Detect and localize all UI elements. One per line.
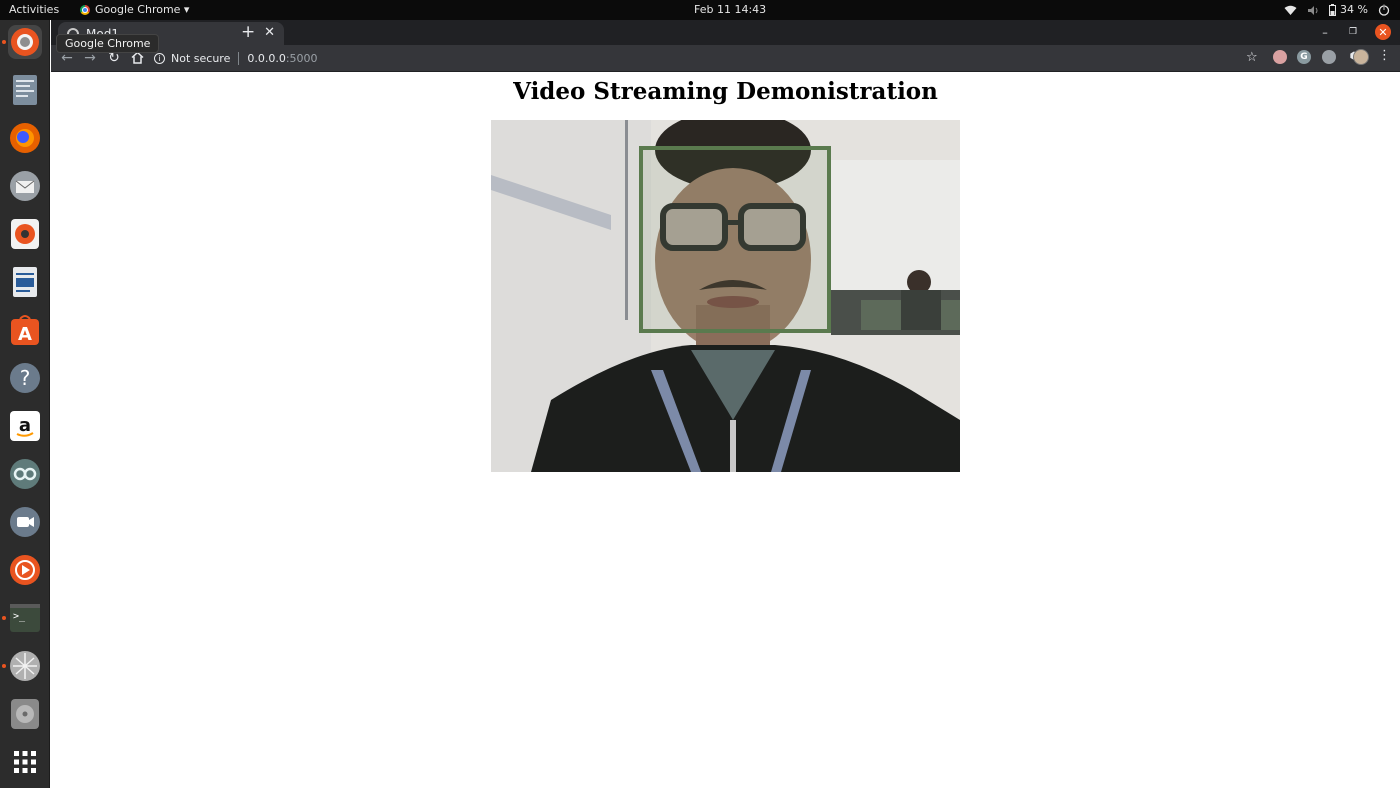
web-page: Video Streaming Demonistration: [51, 72, 1400, 788]
app-menu[interactable]: Google Chrome ▾: [80, 3, 189, 17]
chrome-toolbar: ← → ↻ i Not secure 0.0.0.0 :5000 ☆ G ⬢ ⋮: [51, 45, 1400, 72]
amazon-icon: a: [10, 411, 40, 441]
firefox-icon: [10, 123, 40, 153]
power-menu-icon: [1378, 4, 1390, 16]
url-host: 0.0.0.0: [247, 52, 286, 65]
grammarly-icon[interactable]: G: [1297, 50, 1311, 64]
dock-item-thunderbird[interactable]: [8, 169, 42, 203]
network-icon: [10, 651, 40, 681]
arduino-icon: [10, 459, 40, 489]
dock-item-software[interactable]: A: [8, 313, 42, 347]
rhythmbox-icon: [11, 219, 39, 249]
activities-button[interactable]: Activities: [9, 3, 59, 17]
chrome-menu-icon[interactable]: ⋮: [1378, 49, 1391, 63]
system-top-bar: Activities Google Chrome ▾ Feb 11 14:43 …: [0, 0, 1400, 20]
zoom-icon: [10, 507, 40, 537]
dock-item-zoom[interactable]: [8, 505, 42, 539]
svg-text:?: ?: [20, 366, 31, 390]
dock-item-arduino[interactable]: [8, 457, 42, 491]
svg-text:A: A: [18, 324, 32, 345]
dock-item-text-editor[interactable]: [8, 73, 42, 107]
omnibox-separator: [238, 52, 240, 65]
svg-text:a: a: [19, 415, 31, 436]
ubuntu-software-icon: A: [11, 315, 39, 345]
running-indicator: [2, 40, 6, 44]
text-editor-icon: [13, 75, 37, 105]
minimize-button[interactable]: –: [1317, 24, 1333, 40]
dock-item-firefox[interactable]: [8, 121, 42, 155]
dock-item-show-apps[interactable]: [8, 745, 42, 779]
dock-tooltip: Google Chrome: [56, 34, 160, 53]
chrome-tab-strip: Mod1 ✕ + – ❐ ✕: [51, 20, 1400, 45]
chromium-icon: [11, 28, 39, 56]
application-dock: A ? a >_: [0, 20, 50, 788]
bookmark-star-icon[interactable]: ☆: [1246, 50, 1258, 65]
svg-text:>_: >_: [13, 611, 26, 622]
running-indicator: [2, 616, 6, 620]
dock-item-chromium[interactable]: [2, 25, 42, 59]
thunderbird-icon: [10, 171, 40, 201]
new-tab-button[interactable]: +: [241, 22, 255, 42]
battery-icon: [1329, 4, 1337, 16]
dock-item-writer[interactable]: [8, 265, 42, 299]
running-indicator: [2, 664, 6, 668]
profile-avatar[interactable]: [1353, 49, 1369, 65]
wifi-icon: [1284, 5, 1297, 15]
dock-item-media-player[interactable]: [8, 553, 42, 587]
dock-item-amazon[interactable]: a: [8, 409, 42, 443]
video-stream: [491, 120, 960, 472]
address-bar[interactable]: i Not secure 0.0.0.0 :5000: [154, 48, 1274, 69]
video-frame-image: [491, 120, 960, 472]
extension-badge-icon[interactable]: [1322, 50, 1336, 64]
page-title: Video Streaming Demonistration: [513, 78, 938, 105]
battery-percent: 34 %: [1340, 3, 1368, 16]
dock-item-rhythmbox[interactable]: [8, 217, 42, 251]
clock[interactable]: Feb 11 14:43: [694, 3, 766, 17]
app-grid-icon: [14, 751, 36, 773]
chrome-icon: [80, 5, 90, 15]
dock-item-help[interactable]: ?: [8, 361, 42, 395]
dock-item-terminal[interactable]: >_: [2, 601, 42, 635]
help-icon: ?: [10, 363, 40, 393]
dock-item-disk[interactable]: [8, 697, 42, 731]
system-tray[interactable]: 34 %: [1284, 3, 1390, 17]
dock-item-network[interactable]: [2, 649, 42, 683]
tab-close-icon[interactable]: ✕: [264, 25, 275, 40]
app-menu-label: Google Chrome ▾: [95, 3, 190, 16]
info-icon[interactable]: i: [154, 53, 165, 64]
close-window-button[interactable]: ✕: [1375, 24, 1391, 40]
terminal-icon: >_: [10, 604, 40, 632]
security-label: Not secure: [171, 52, 231, 65]
libreoffice-writer-icon: [13, 267, 37, 297]
restore-button[interactable]: ❐: [1345, 24, 1361, 40]
volume-icon: [1308, 5, 1318, 15]
disk-icon: [11, 699, 39, 729]
extension-icon[interactable]: [1273, 50, 1287, 64]
url-port: :5000: [285, 52, 318, 65]
media-player-icon: [10, 555, 40, 585]
